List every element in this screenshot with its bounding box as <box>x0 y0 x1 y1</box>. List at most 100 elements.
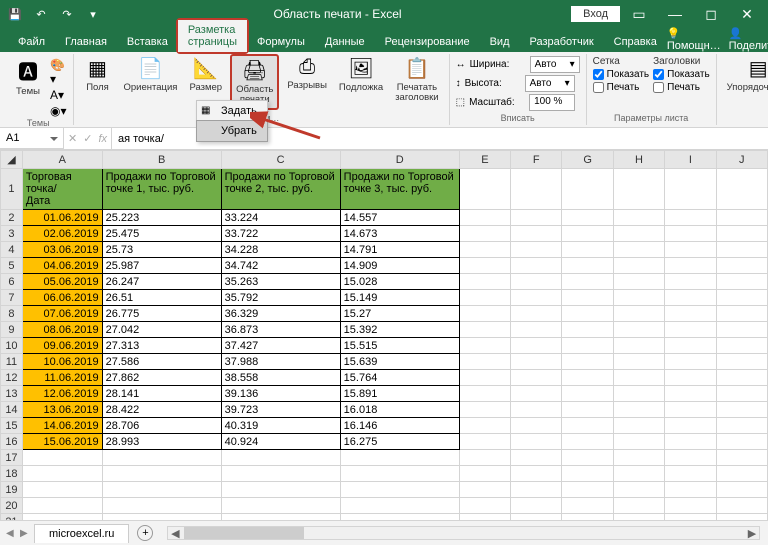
grid-show-checkbox[interactable]: Показать <box>593 69 650 80</box>
cell[interactable]: 14.673 <box>340 226 459 242</box>
row-header[interactable]: 1 <box>1 169 23 210</box>
cell[interactable] <box>716 386 767 402</box>
cell[interactable]: 26.775 <box>102 306 221 322</box>
cell[interactable] <box>511 434 562 450</box>
column-header[interactable]: A <box>22 151 102 169</box>
cell[interactable] <box>221 482 340 498</box>
cell[interactable] <box>562 322 613 338</box>
cell[interactable]: 15.515 <box>340 338 459 354</box>
add-sheet-button[interactable]: + <box>137 525 153 541</box>
cell[interactable] <box>613 338 664 354</box>
cell[interactable] <box>562 386 613 402</box>
cell[interactable]: 14.06.2019 <box>22 418 102 434</box>
cell[interactable] <box>340 514 459 521</box>
cell[interactable]: 35.792 <box>221 290 340 306</box>
cell[interactable] <box>716 514 767 521</box>
cell[interactable]: 34.742 <box>221 258 340 274</box>
cell[interactable] <box>716 226 767 242</box>
cell[interactable] <box>613 402 664 418</box>
tab-home[interactable]: Главная <box>55 32 117 52</box>
arrange-button[interactable]: ▤Упорядочение <box>723 54 768 95</box>
column-header[interactable]: J <box>716 151 767 169</box>
cell[interactable]: 10.06.2019 <box>22 354 102 370</box>
cell[interactable] <box>511 258 562 274</box>
cell[interactable] <box>716 354 767 370</box>
cell[interactable]: 02.06.2019 <box>22 226 102 242</box>
cell[interactable] <box>562 354 613 370</box>
cell[interactable]: 34.228 <box>221 242 340 258</box>
login-button[interactable]: Вход <box>571 6 620 22</box>
cell[interactable] <box>22 498 102 514</box>
cell[interactable]: 28.422 <box>102 402 221 418</box>
cell[interactable] <box>511 466 562 482</box>
clear-print-area-item[interactable]: Убрать <box>196 120 268 142</box>
cell[interactable]: 36.873 <box>221 322 340 338</box>
row-header[interactable]: 8 <box>1 306 23 322</box>
cell[interactable] <box>665 418 716 434</box>
table-header-cell[interactable]: Продажи по Торговой точке 2, тыс. руб. <box>221 169 340 210</box>
cell[interactable] <box>613 210 664 226</box>
cell[interactable] <box>511 402 562 418</box>
cell[interactable] <box>511 169 562 210</box>
cell[interactable] <box>511 450 562 466</box>
cell[interactable] <box>459 450 510 466</box>
cell[interactable]: 25.223 <box>102 210 221 226</box>
row-header[interactable]: 12 <box>1 370 23 386</box>
enter-icon[interactable]: ✓ <box>83 132 92 145</box>
cell[interactable] <box>511 418 562 434</box>
cell[interactable] <box>613 386 664 402</box>
row-header[interactable]: 19 <box>1 482 23 498</box>
cell[interactable] <box>716 466 767 482</box>
cell[interactable]: 12.06.2019 <box>22 386 102 402</box>
cell[interactable]: 39.136 <box>221 386 340 402</box>
tab-nav-prev[interactable]: ◀ <box>6 528 18 539</box>
cell[interactable] <box>716 370 767 386</box>
cell[interactable] <box>562 274 613 290</box>
share-button[interactable]: 👤 Поделиться <box>729 27 768 52</box>
cell[interactable] <box>459 354 510 370</box>
cell[interactable] <box>221 466 340 482</box>
row-header[interactable]: 16 <box>1 434 23 450</box>
column-header[interactable]: B <box>102 151 221 169</box>
cell[interactable] <box>459 514 510 521</box>
close-icon[interactable]: ✕ <box>730 2 764 26</box>
cell[interactable] <box>22 450 102 466</box>
cell[interactable] <box>665 306 716 322</box>
cell[interactable] <box>459 169 510 210</box>
cell[interactable] <box>716 169 767 210</box>
cell[interactable]: 27.042 <box>102 322 221 338</box>
themes-button[interactable]: 🅰Темы <box>10 54 46 99</box>
cell[interactable] <box>459 210 510 226</box>
table-header-cell[interactable]: Торговая точка/ Дата <box>22 169 102 210</box>
cell[interactable]: 15.27 <box>340 306 459 322</box>
fonts-icon[interactable]: A▾ <box>50 88 67 102</box>
cell[interactable] <box>562 418 613 434</box>
cell[interactable] <box>613 306 664 322</box>
cell[interactable]: 33.722 <box>221 226 340 242</box>
cell[interactable] <box>511 226 562 242</box>
cell[interactable]: 16.018 <box>340 402 459 418</box>
tell-me-button[interactable]: 💡 Помощн… <box>667 27 721 52</box>
ribbon-options-icon[interactable]: ▭ <box>622 2 656 26</box>
spreadsheet-grid[interactable]: ◢ABCDEFGHIJ1Торговая точка/ ДатаПродажи … <box>0 150 768 520</box>
cell[interactable] <box>221 450 340 466</box>
tab-insert[interactable]: Вставка <box>117 32 178 52</box>
row-header[interactable]: 3 <box>1 226 23 242</box>
cell[interactable] <box>511 306 562 322</box>
cell[interactable] <box>665 242 716 258</box>
column-header[interactable]: D <box>340 151 459 169</box>
tab-nav-next[interactable]: ▶ <box>20 528 32 539</box>
cell[interactable] <box>665 482 716 498</box>
cell[interactable] <box>22 466 102 482</box>
height-select[interactable]: Авто▾ <box>525 75 575 92</box>
cell[interactable]: 28.706 <box>102 418 221 434</box>
cell[interactable] <box>613 466 664 482</box>
cell[interactable]: 37.427 <box>221 338 340 354</box>
column-header[interactable]: E <box>459 151 510 169</box>
cell[interactable] <box>459 226 510 242</box>
cell[interactable] <box>716 210 767 226</box>
headers-show-checkbox[interactable]: Показать <box>653 69 710 80</box>
cell[interactable] <box>459 258 510 274</box>
cell[interactable] <box>511 210 562 226</box>
cell[interactable] <box>613 418 664 434</box>
